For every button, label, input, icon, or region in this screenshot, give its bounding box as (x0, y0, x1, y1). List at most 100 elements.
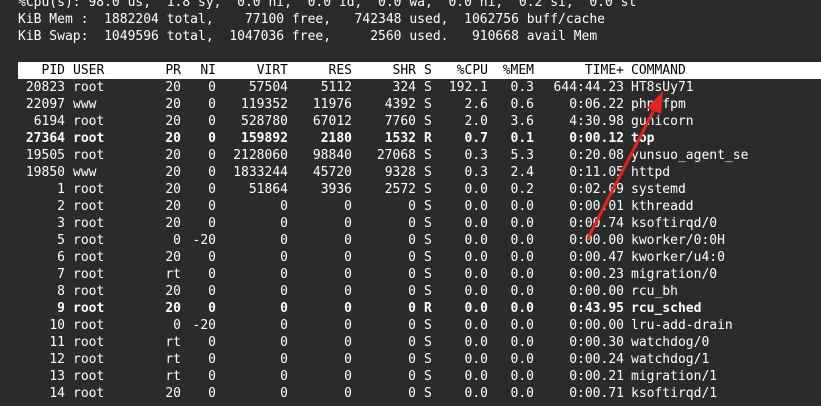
cell-virt: 159892 (241, 131, 288, 146)
table-row: 9 root 20 0 0 0 0 R 0.0 0.0 0:43.95 rcu_sched (0, 300, 821, 317)
cell-res: 45720 (312, 165, 352, 180)
cell-mem: 0.0 (510, 216, 534, 231)
cell-time: 0:11.05 (569, 165, 624, 180)
cell-cpu: 0.0 (464, 386, 488, 401)
cell-virt: 119352 (241, 97, 288, 112)
cell-cpu: 0.0 (464, 199, 488, 214)
cell-time: 0:00.74 (569, 216, 624, 231)
cell-mem: 0.6 (510, 97, 534, 112)
cell-cpu: 0.0 (464, 284, 488, 299)
cell-time: 0:20.08 (569, 148, 624, 163)
cell-command: php-fpm (631, 97, 686, 112)
table-row: 6 root 20 0 0 0 0 S 0.0 0.0 0:00.47 kworker/u4:0 (0, 249, 821, 266)
cell-user: root (73, 318, 105, 333)
cell-mem: 0.3 (510, 80, 534, 95)
table-row: 13 root rt 0 0 0 0 S 0.0 0.0 0:00.21 migration/1 (0, 368, 821, 385)
cell-cpu: 0.0 (464, 335, 488, 350)
cell-shr: 0 (408, 267, 416, 282)
table-row: 11 root rt 0 0 0 0 S 0.0 0.0 0:00.30 watchdog/0 (0, 334, 821, 351)
cell-ni: 0 (208, 165, 216, 180)
cell-time: 0:00.23 (569, 267, 624, 282)
table-row: 2 root 20 0 0 0 0 S 0.0 0.0 0:00.01 kthreadd (0, 198, 821, 215)
cell-pr: 20 (165, 114, 181, 129)
cell-time: 0:02.09 (569, 182, 624, 197)
cell-virt: 0 (280, 250, 288, 265)
terminal-window[interactable]: %Cpu(s): 98.0 us, 1.8 sy, 0.0 ni, 0.0 id… (0, 0, 821, 406)
cell-res: 0 (344, 267, 352, 282)
cell-user: root (73, 131, 105, 146)
cell-mem: 3.6 (510, 114, 534, 129)
cell-res: 0 (344, 216, 352, 231)
cell-res: 0 (344, 199, 352, 214)
cell-command: ksoftirqd/0 (631, 216, 718, 231)
cell-user: root (73, 114, 105, 129)
cell-user: root (73, 386, 105, 401)
cell-res: 0 (344, 284, 352, 299)
cell-ni: 0 (208, 131, 216, 146)
cell-cpu: 0.0 (464, 182, 488, 197)
cell-state: S (424, 97, 432, 112)
cell-ni: 0 (208, 80, 216, 95)
cell-virt: 528780 (241, 114, 288, 129)
cell-pid: 8 (57, 284, 65, 299)
cell-state: S (424, 182, 432, 197)
cell-command: migration/0 (631, 267, 718, 282)
cell-state: S (424, 199, 432, 214)
cell-cpu: 0.3 (464, 148, 488, 163)
cell-ni: 0 (208, 114, 216, 129)
cell-pr: rt (165, 267, 181, 282)
cell-user: root (73, 267, 105, 282)
cell-virt: 0 (280, 335, 288, 350)
cell-pid: 6 (57, 250, 65, 265)
cell-command: watchdog/1 (631, 352, 710, 367)
cell-res: 0 (344, 369, 352, 384)
cell-pr: 20 (165, 80, 181, 95)
cell-shr: 1532 (384, 131, 416, 146)
cell-res: 2180 (320, 131, 352, 146)
cell-user: www (73, 165, 97, 180)
cell-res: 0 (344, 352, 352, 367)
cell-time: 0:43.95 (569, 301, 624, 316)
table-row: 19505 root 20 0 2128060 98840 27068 S 0.3 5.3 0:20… (0, 147, 821, 164)
cell-state: S (424, 148, 432, 163)
table-row: 1 root 20 0 51864 3936 2572 S 0.0 0.2 0:02.09 syste… (0, 181, 821, 198)
cell-virt: 0 (280, 301, 288, 316)
cell-user: root (73, 148, 105, 163)
col-header-command: COMMAND (631, 63, 686, 78)
cell-shr: 0 (408, 386, 416, 401)
cell-res: 0 (344, 335, 352, 350)
cell-command: systemd (631, 182, 686, 197)
col-header-time: TIME+ (584, 63, 624, 78)
cell-ni: 0 (208, 335, 216, 350)
cell-command: HT8sUy71 (631, 80, 694, 95)
cell-ni: 0 (208, 97, 216, 112)
col-header-res: RES (328, 63, 352, 78)
cell-pid: 14 (49, 386, 65, 401)
cell-cpu: 0.0 (464, 352, 488, 367)
cell-pid: 1 (57, 182, 65, 197)
col-header-state: S (424, 63, 432, 78)
cell-time: 0:00.00 (569, 284, 624, 299)
cell-pr: rt (165, 352, 181, 367)
cell-pid: 10 (49, 318, 65, 333)
cell-virt: 2128060 (233, 148, 288, 163)
cell-mem: 5.3 (510, 148, 534, 163)
cell-mem: 0.0 (510, 335, 534, 350)
cell-pr: 20 (165, 216, 181, 231)
cell-command: migration/1 (631, 369, 718, 384)
cell-user: root (73, 182, 105, 197)
cell-shr: 4392 (384, 97, 416, 112)
cell-time: 0:00.71 (569, 386, 624, 401)
table-row: 10 root 0 -20 0 0 0 S 0.0 0.0 0:00.00 lru-add-drain (0, 317, 821, 334)
cell-mem: 0.0 (510, 301, 534, 316)
cell-time: 4:30.98 (569, 114, 624, 129)
table-row: 6194 root 20 0 528780 67012 7760 S 2.0 3.6 4:30.98… (0, 113, 821, 130)
cell-user: root (73, 352, 105, 367)
cell-time: 0:00.47 (569, 250, 624, 265)
cell-command: ksoftirqd/1 (631, 386, 718, 401)
cell-virt: 0 (280, 352, 288, 367)
cell-pid: 3 (57, 216, 65, 231)
cell-pr: 20 (165, 386, 181, 401)
swap-summary-line: KiB Swap: 1049596 total, 1047036 free, 2… (18, 29, 598, 44)
cell-pid: 13 (49, 369, 65, 384)
